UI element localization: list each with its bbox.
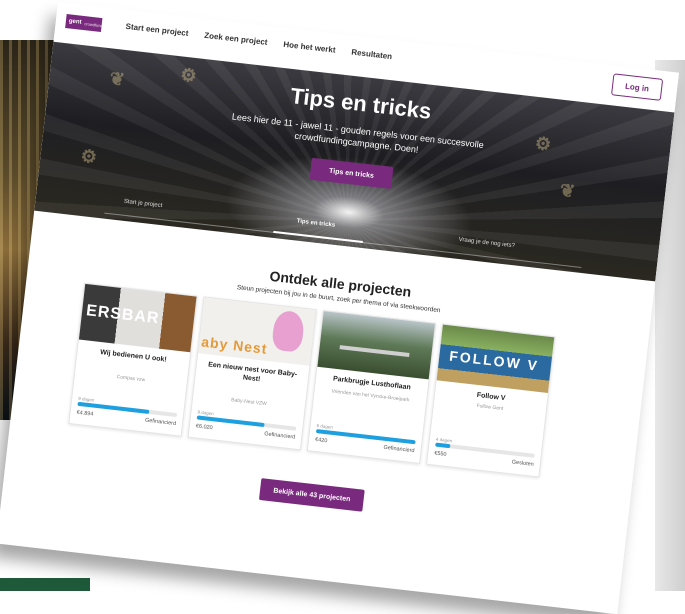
step-start-project[interactable]: Start je project <box>123 199 162 209</box>
project-status: Gefinancierd <box>383 444 415 455</box>
image-bridge <box>339 345 410 358</box>
project-card[interactable]: aby Nest Een nieuw nest voor Baby-Nest! … <box>187 296 317 451</box>
project-image-text: FOLLOW V <box>448 347 540 374</box>
tips-tricks-button[interactable]: Tips en tricks <box>309 157 394 189</box>
progress-bar <box>315 428 416 445</box>
view-all-projects-button[interactable]: Bekijk alle 43 projecten <box>258 478 365 512</box>
progress-fill <box>435 442 451 449</box>
project-owner: Compas vzw <box>116 374 146 384</box>
project-image: FOLLOW V <box>436 324 555 393</box>
logo-subtext: crowdfunding <box>84 20 109 29</box>
step-tips-tricks[interactable]: Tips en tricks <box>296 218 335 228</box>
project-image: aby Nest <box>198 297 316 366</box>
project-amount: €4.894 <box>76 409 94 418</box>
site-logo[interactable]: gent crowdfunding <box>65 14 108 33</box>
nav-search-project[interactable]: Zoek een project <box>204 31 268 47</box>
project-status: Gesloten <box>511 459 535 468</box>
project-amount: €550 <box>433 450 447 458</box>
background-green-strip <box>0 578 90 591</box>
decor-icon: ⚙ <box>79 145 98 168</box>
nav-results[interactable]: Resultaten <box>351 48 393 62</box>
project-owner: Baby-Nest VZW <box>230 397 268 408</box>
project-image <box>317 311 436 380</box>
project-image: ERSBAR <box>78 283 197 353</box>
project-image-text: ERSBAR <box>85 302 161 328</box>
project-card[interactable]: FOLLOW V Follow V Follow Gent 4 dagen €5… <box>425 323 556 478</box>
project-status: Gefinancierd <box>144 417 177 428</box>
logo-text: gent <box>68 18 82 26</box>
nav-start-project[interactable]: Start een project <box>125 22 189 38</box>
project-title: Een nieuw nest voor Baby-Nest! <box>207 361 298 384</box>
website-page: gent crowdfunding Start een project Zoek… <box>0 2 679 614</box>
decor-icon: ❦ <box>558 180 577 202</box>
progress-bar <box>435 442 535 458</box>
project-amount: €6.020 <box>195 423 213 432</box>
image-decoration <box>271 309 306 353</box>
nav-how-it-works[interactable]: Hoe het werkt <box>283 40 336 55</box>
project-card[interactable]: Parkbrugje Lusthoflaan Vrienden van het … <box>306 309 437 464</box>
project-status: Gefinancierd <box>263 431 296 441</box>
progress-fill <box>315 428 416 445</box>
project-amount: €420 <box>314 436 328 445</box>
project-card[interactable]: ERSBAR Wij bedienen U ook! Compas vzw 9 … <box>68 282 198 437</box>
login-button[interactable]: Log in <box>611 73 664 101</box>
project-image-text: aby Nest <box>200 333 269 357</box>
step-questions[interactable]: Vraag je de nog iets? <box>458 237 515 249</box>
